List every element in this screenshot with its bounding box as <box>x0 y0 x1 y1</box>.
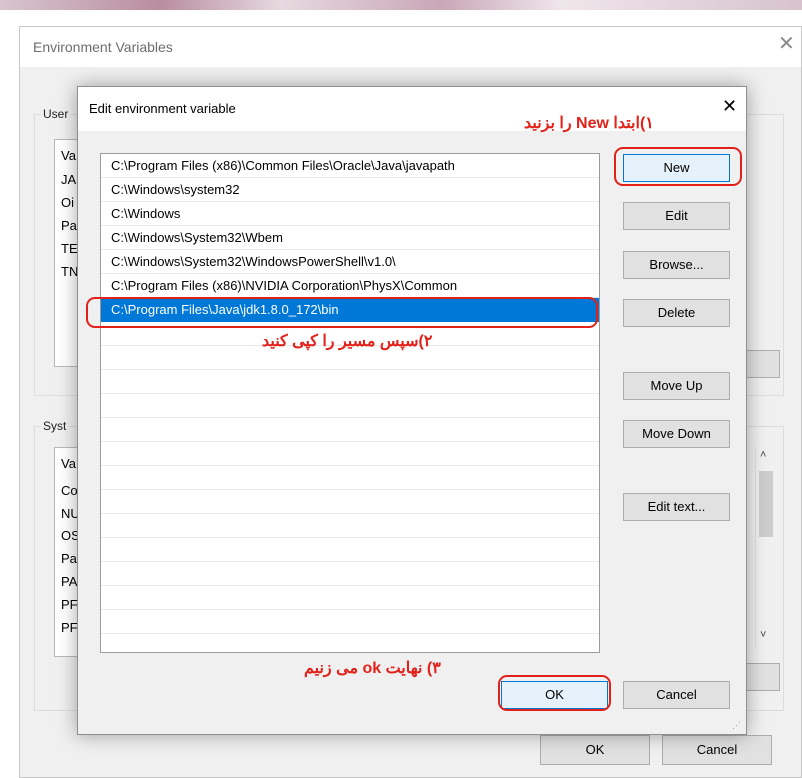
annotation-ring-path <box>86 297 598 328</box>
empty-row[interactable] <box>101 538 599 562</box>
empty-row[interactable] <box>101 562 599 586</box>
env-titlebar: Environment Variables ✕ <box>20 27 801 67</box>
edit-text-button[interactable]: Edit text... <box>623 493 730 521</box>
empty-row[interactable] <box>101 418 599 442</box>
cancel-button[interactable]: Cancel <box>623 681 730 709</box>
scrollbar-thumb[interactable] <box>759 471 773 537</box>
close-icon[interactable]: ✕ <box>722 96 737 116</box>
chevron-down-icon[interactable]: ˅ <box>760 629 766 641</box>
list-item: JA <box>61 172 77 187</box>
chevron-up-icon[interactable]: ˄ <box>760 449 766 461</box>
list-item: TN <box>61 264 79 279</box>
path-row[interactable]: C:\Program Files (x86)\NVIDIA Corporatio… <box>101 274 599 298</box>
annotation-step2: ۲)سپس مسیر را کپی کنید <box>262 333 433 350</box>
list-item: Pa <box>61 218 77 233</box>
list-item: PF <box>61 597 78 612</box>
background-photo-strip <box>0 0 802 10</box>
empty-row[interactable] <box>101 610 599 634</box>
user-variables-label: User <box>41 107 71 121</box>
list-item: Va <box>61 148 76 163</box>
empty-row[interactable] <box>101 490 599 514</box>
annotation-ring-new <box>614 147 742 186</box>
empty-row[interactable] <box>101 586 599 610</box>
path-list[interactable]: C:\Program Files (x86)\Common Files\Orac… <box>100 153 600 653</box>
env-dialog-title: Environment Variables <box>33 39 173 55</box>
edit-dialog-title: Edit environment variable <box>89 101 236 116</box>
annotation-ring-ok <box>498 675 611 711</box>
path-row[interactable]: C:\Windows\system32 <box>101 178 599 202</box>
list-item: Oi <box>61 195 74 210</box>
list-item: Co <box>61 483 78 498</box>
system-variables-label: Syst <box>41 419 69 433</box>
path-row[interactable]: C:\Windows <box>101 202 599 226</box>
move-up-button[interactable]: Move Up <box>623 372 730 400</box>
list-item: TE <box>61 241 78 256</box>
empty-row[interactable] <box>101 394 599 418</box>
path-row[interactable]: C:\Windows\System32\WindowsPowerShell\v1… <box>101 250 599 274</box>
edit-button[interactable]: Edit <box>623 202 730 230</box>
env-cancel-button[interactable]: Cancel <box>662 735 772 765</box>
system-variables-scrollbar[interactable]: ˄ ˅ <box>755 447 775 647</box>
list-item: PA <box>61 574 78 589</box>
resize-grip-icon[interactable]: ⋰ <box>732 719 744 731</box>
list-item: Pa <box>61 551 77 566</box>
close-icon[interactable]: ✕ <box>778 34 795 54</box>
list-item: Va <box>61 456 76 471</box>
delete-button[interactable]: Delete <box>623 299 730 327</box>
empty-row[interactable] <box>101 370 599 394</box>
list-item: PF <box>61 620 78 635</box>
move-down-button[interactable]: Move Down <box>623 420 730 448</box>
browse-button[interactable]: Browse... <box>623 251 730 279</box>
path-row[interactable]: C:\Windows\System32\Wbem <box>101 226 599 250</box>
empty-row[interactable] <box>101 442 599 466</box>
empty-row[interactable] <box>101 466 599 490</box>
env-ok-button[interactable]: OK <box>540 735 650 765</box>
path-row[interactable]: C:\Program Files (x86)\Common Files\Orac… <box>101 154 599 178</box>
empty-row[interactable] <box>101 514 599 538</box>
annotation-step1: ۱)ابتدا New را بزنید <box>524 115 654 132</box>
annotation-step3: ۳) نهایت ok می زنیم <box>304 660 441 677</box>
